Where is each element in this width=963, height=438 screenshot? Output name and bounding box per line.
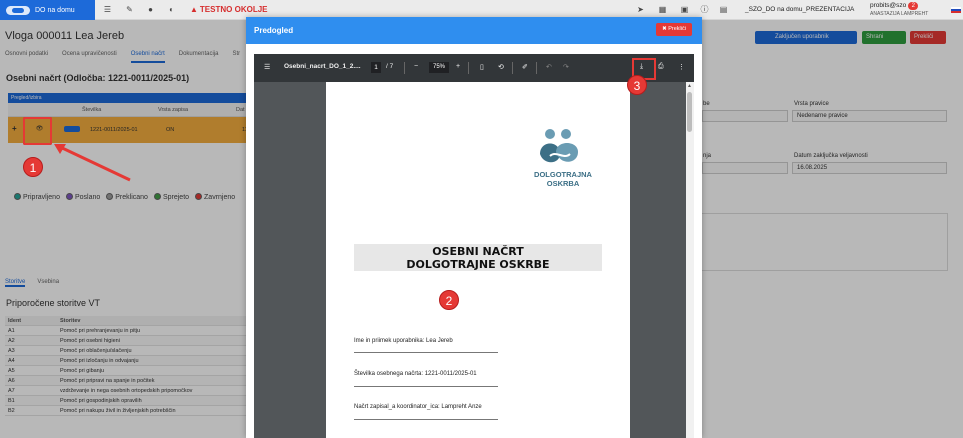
divider bbox=[404, 62, 405, 74]
logo-line2: OSKRBA bbox=[546, 179, 580, 188]
divider bbox=[354, 386, 498, 387]
more-options-icon[interactable]: ⋮ bbox=[678, 63, 685, 71]
scroll-up-icon[interactable]: ▲ bbox=[687, 83, 692, 89]
heading-line2: DOLGOTRAJNE OSKRBE bbox=[406, 258, 550, 271]
divider bbox=[468, 62, 469, 74]
modal-close-button[interactable]: ✖ Prekliči bbox=[656, 23, 692, 36]
annotation-arrow bbox=[54, 144, 131, 182]
undo-icon[interactable]: ↶ bbox=[546, 63, 552, 71]
fit-page-icon[interactable]: ▯ bbox=[480, 63, 484, 71]
test-environment-label: ▲ TESTNO OKOLJE bbox=[190, 5, 268, 14]
divider bbox=[354, 352, 498, 353]
print-icon[interactable]: ⎙ bbox=[658, 63, 664, 71]
document-heading: OSEBNI NAČRT DOLGOTRAJNE OSKRBE bbox=[354, 244, 602, 271]
language-flag-icon[interactable] bbox=[951, 7, 961, 13]
pdf-scrollbar[interactable]: ▲ bbox=[686, 82, 694, 438]
arrow-line bbox=[57, 144, 131, 182]
send-icon[interactable]: ➤ bbox=[636, 5, 645, 14]
pdf-viewer: ☰ Osebni_nacrt_DO_1_2.... 1 / 7 − 75% + … bbox=[254, 54, 694, 438]
rotate-icon[interactable]: ⟲ bbox=[498, 63, 504, 71]
presentation-label: _SZO_DO na domu_PREZENTACIJA bbox=[745, 6, 855, 13]
zoom-level[interactable]: 75% bbox=[429, 62, 449, 73]
zoom-out-icon[interactable]: − bbox=[414, 63, 418, 70]
contrast-icon[interactable]: ◐ bbox=[167, 5, 176, 14]
user-fullname: ANASTAZIJA LAMPREHT bbox=[870, 11, 929, 17]
logo-text: DOLGOTRAJNA OSKRBA bbox=[522, 170, 604, 188]
user-menu[interactable]: probits@szo 2 ANASTAZIJA LAMPREHT bbox=[870, 2, 928, 18]
info-icon[interactable]: ⓘ bbox=[700, 5, 709, 14]
page-number-input[interactable]: 1 bbox=[371, 62, 381, 73]
menu-icon[interactable]: ☰ bbox=[264, 63, 270, 71]
list-icon[interactable]: ☰ bbox=[103, 5, 112, 14]
pdf-filename: Osebni_nacrt_DO_1_2.... bbox=[284, 63, 361, 70]
grid-icon[interactable]: ▦ bbox=[658, 5, 667, 14]
window-icon[interactable]: ▣ bbox=[680, 5, 689, 14]
edit-icon[interactable]: ✎ bbox=[125, 5, 134, 14]
annotation-marker-2: 2 bbox=[439, 290, 459, 310]
brand-logo[interactable]: DO na domu bbox=[0, 0, 95, 20]
divider bbox=[512, 62, 513, 74]
modal-title: Predogled bbox=[246, 17, 702, 44]
page-count: / 7 bbox=[386, 63, 394, 70]
doc-field-koordinator: Načrt zapisal_a koordinator_ica: Lampreh… bbox=[354, 404, 482, 410]
notification-badge: 2 bbox=[908, 2, 919, 10]
doc-field-ime: Ime in priimek uporabnika: Lea Jereb bbox=[354, 338, 453, 344]
warning-icon: ▲ bbox=[190, 5, 198, 14]
zoom-in-icon[interactable]: + bbox=[456, 63, 460, 70]
doc-field-stevilka: Številka osebnega načrta: 1221-0011/2025… bbox=[354, 371, 477, 377]
heading-line1: OSEBNI NAČRT bbox=[432, 245, 524, 258]
brand-name: DO na domu bbox=[35, 6, 75, 14]
logo-line1: DOLGOTRAJNA bbox=[534, 170, 592, 179]
scroll-thumb[interactable] bbox=[687, 92, 692, 132]
annotation-marker-1: 1 bbox=[23, 157, 43, 177]
divider bbox=[354, 419, 498, 420]
pdf-page: DOLGOTRAJNA OSKRBA OSEBNI NAČRT DOLGOTRA… bbox=[326, 82, 630, 438]
divider bbox=[536, 62, 537, 74]
annotate-icon[interactable]: ✐ bbox=[522, 63, 528, 71]
user-email: probits@szo bbox=[870, 2, 907, 9]
annotation-marker-3: 3 bbox=[627, 75, 647, 95]
document-icon[interactable]: ▤ bbox=[719, 5, 728, 14]
user-icon[interactable]: ● bbox=[146, 5, 155, 14]
redo-icon[interactable]: ↷ bbox=[563, 63, 569, 71]
pdf-toolbar: ☰ Osebni_nacrt_DO_1_2.... 1 / 7 − 75% + … bbox=[254, 54, 694, 82]
brand-logo-icon bbox=[6, 5, 30, 15]
